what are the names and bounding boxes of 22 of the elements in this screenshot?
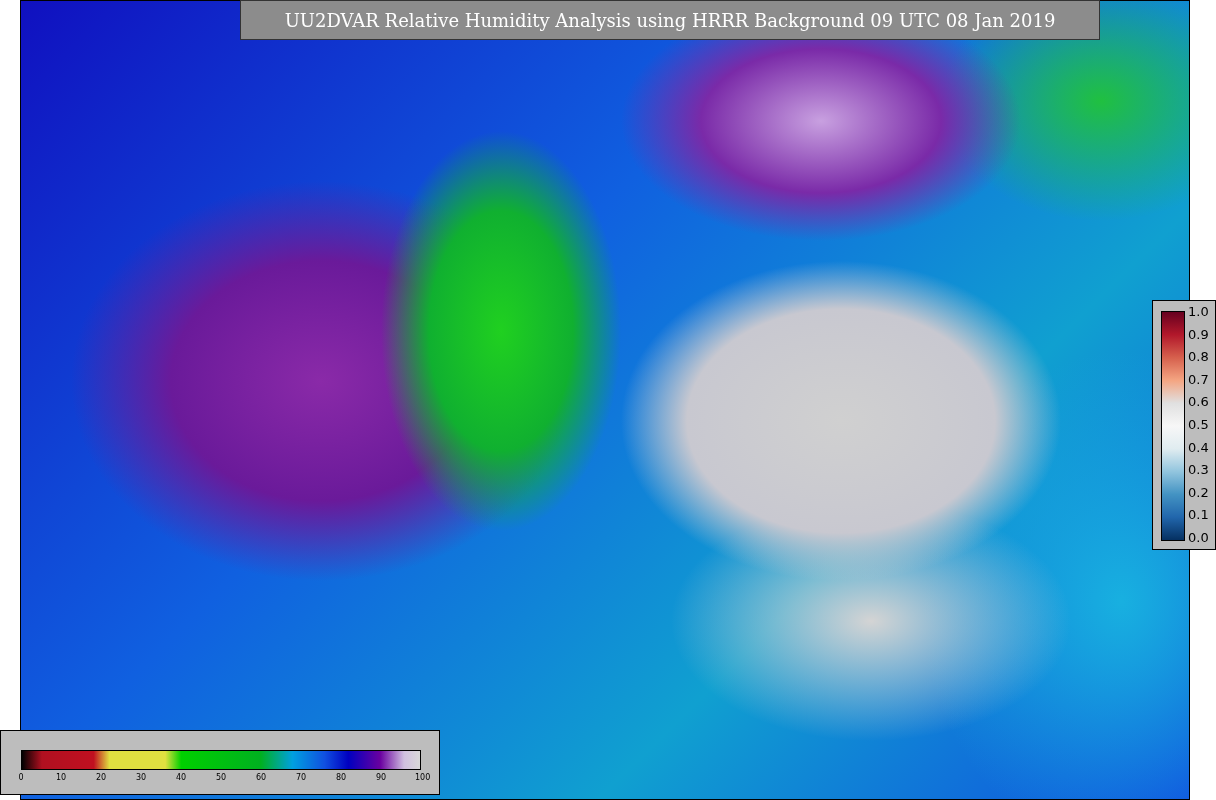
colorbar-tick-label: 0.3 — [1188, 463, 1209, 478]
colorbar-tick-label: 40 — [175, 773, 187, 782]
colorbar-tick-label: 0 — [17, 773, 25, 782]
map-title: UU2DVAR Relative Humidity Analysis using HRRR Background 09 UTC 08 Jan 2019 — [240, 0, 1100, 40]
colorbar-tick-label: 20 — [95, 773, 107, 782]
colorbar-tick-label: 80 — [335, 773, 347, 782]
colorbar-tick-label: 90 — [375, 773, 387, 782]
colorbar-tick-label: 10 — [55, 773, 67, 782]
colorbar-tick-label: 0.0 — [1188, 530, 1209, 545]
colorbar-tick-label: 70 — [295, 773, 307, 782]
colorbar-tick-label: 0.5 — [1188, 417, 1209, 432]
colorbar-tick-label: 0.7 — [1188, 372, 1209, 387]
colorbar-tick-label: 0.9 — [1188, 327, 1209, 342]
colorbar-tick-label: 0.8 — [1188, 350, 1209, 365]
colorbar-tick-label: 0.2 — [1188, 485, 1209, 500]
colorbar-tick-label: 0.6 — [1188, 395, 1209, 410]
colorbar-tick-label: 50 — [215, 773, 227, 782]
colorbar-tick-label: 30 — [135, 773, 147, 782]
colorbar-tick-label: 60 — [255, 773, 267, 782]
colorbar-tick-label: 0.1 — [1188, 508, 1209, 523]
colorbar-tick-label: 1.0 — [1188, 305, 1209, 319]
colorbar-tick-label: 0.4 — [1188, 440, 1209, 455]
